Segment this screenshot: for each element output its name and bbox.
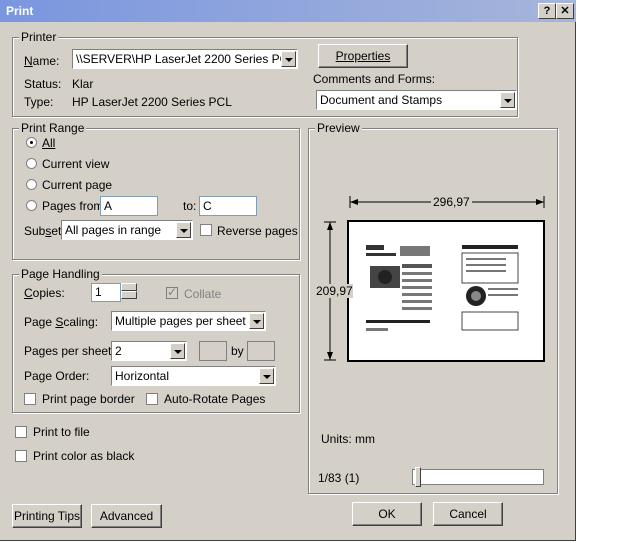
print-to-file-label: Print to file — [33, 425, 90, 439]
pages-to-input[interactable]: C — [199, 196, 257, 216]
page-scaling-label: Page Scaling: — [24, 315, 99, 329]
close-icon[interactable]: ✕ — [556, 3, 574, 19]
page-order-value: Horizontal — [115, 369, 170, 383]
printing-tips-button[interactable]: Printing Tips — [12, 504, 82, 528]
page-order-label: Page Order: — [24, 369, 90, 383]
chevron-down-icon[interactable] — [249, 313, 264, 329]
chevron-down-icon[interactable] — [500, 92, 515, 108]
printer-legend: Printer — [19, 30, 59, 44]
reverse-pages-checkbox[interactable] — [200, 224, 212, 236]
printer-name-value: \\SERVER\HP LaserJet 2200 Series PCL — [76, 52, 295, 66]
comments-select[interactable]: Document and Stamps — [316, 90, 517, 110]
radio-all[interactable] — [26, 137, 37, 148]
subset-value: All pages in range — [65, 223, 162, 237]
pages-per-sheet-select[interactable]: 2 — [111, 341, 187, 361]
pages-rows-input[interactable] — [247, 341, 275, 361]
type-label: Type: — [24, 95, 54, 109]
print-black-label: Print color as black — [33, 449, 135, 463]
by-label: by — [231, 344, 244, 358]
pages-per-sheet-value: 2 — [115, 344, 122, 358]
status-value: Klar — [72, 77, 94, 91]
current-view-label: Current view — [42, 157, 110, 171]
subset-select[interactable]: All pages in range — [61, 220, 193, 240]
copies-label: Copies: — [24, 286, 65, 300]
chevron-down-icon[interactable] — [170, 343, 185, 359]
print-border-checkbox[interactable] — [24, 393, 36, 405]
window-title: Print — [6, 4, 34, 18]
preview-legend: Preview — [315, 121, 362, 135]
printer-name-select[interactable]: \\SERVER\HP LaserJet 2200 Series PCL — [72, 49, 298, 69]
units-label: Units: mm — [321, 432, 375, 446]
stepper-down-icon[interactable] — [121, 291, 137, 299]
name-label: Name: — [24, 54, 60, 68]
properties-button[interactable]: Properties — [318, 44, 408, 68]
page-order-select[interactable]: Horizontal — [111, 366, 276, 386]
auto-rotate-checkbox[interactable] — [146, 393, 158, 405]
copies-input[interactable]: 1 — [91, 283, 121, 302]
radio-pages-from[interactable] — [26, 200, 37, 211]
pages-cols-input[interactable] — [199, 341, 227, 361]
help-icon[interactable]: ? — [538, 3, 556, 19]
stepper-up-icon[interactable] — [121, 283, 137, 291]
comments-label: Comments and Forms: — [313, 72, 436, 86]
page-handling-legend: Page Handling — [19, 267, 102, 281]
pages-per-sheet-label: Pages per sheet: — [24, 344, 115, 358]
advanced-button[interactable]: Advanced — [91, 504, 162, 528]
all-label: All — [42, 136, 56, 150]
preview-diagram — [324, 196, 545, 362]
page-scaling-value: Multiple pages per sheet — [115, 314, 246, 328]
chevron-down-icon[interactable] — [281, 51, 296, 67]
auto-rotate-label: Auto-Rotate Pages — [164, 392, 266, 406]
print-range-legend: Print Range — [19, 121, 87, 135]
current-page-label: Current page — [42, 178, 113, 192]
title-bar: Print ? ✕ — [0, 0, 576, 22]
print-black-checkbox[interactable] — [15, 450, 27, 462]
preview-width: 296,97 — [431, 195, 472, 209]
print-to-file-checkbox[interactable] — [15, 426, 27, 438]
comments-value: Document and Stamps — [320, 93, 443, 107]
page-indicator: 1/83 (1) — [318, 471, 360, 485]
to-label: to: — [183, 199, 197, 213]
print-dialog: Print ? ✕ Printer Name: \\SERVER\HP Lase… — [0, 0, 576, 541]
preview-height: 209,97 — [316, 284, 353, 298]
radio-current-page[interactable] — [26, 179, 37, 190]
collate-checkbox[interactable] — [166, 285, 178, 299]
collate-label: Collate — [184, 287, 222, 301]
status-label: Status: — [24, 77, 62, 91]
page-scaling-select[interactable]: Multiple pages per sheet — [111, 311, 266, 331]
ok-button[interactable]: OK — [352, 502, 422, 526]
pages-from-label: Pages from: — [42, 199, 107, 213]
cancel-button[interactable]: Cancel — [433, 502, 503, 526]
reverse-pages-label: Reverse pages — [217, 224, 298, 238]
radio-current-view[interactable] — [26, 158, 37, 169]
subset-label: Subset: — [24, 224, 65, 238]
copies-stepper[interactable] — [121, 283, 137, 300]
preview-page-slider[interactable] — [412, 467, 544, 487]
print-border-label: Print page border — [42, 392, 135, 406]
type-value: HP LaserJet 2200 Series PCL — [72, 95, 232, 109]
slider-thumb[interactable] — [415, 467, 421, 487]
chevron-down-icon[interactable] — [259, 368, 274, 384]
pages-from-input[interactable]: A — [100, 196, 158, 216]
chevron-down-icon[interactable] — [176, 222, 191, 238]
